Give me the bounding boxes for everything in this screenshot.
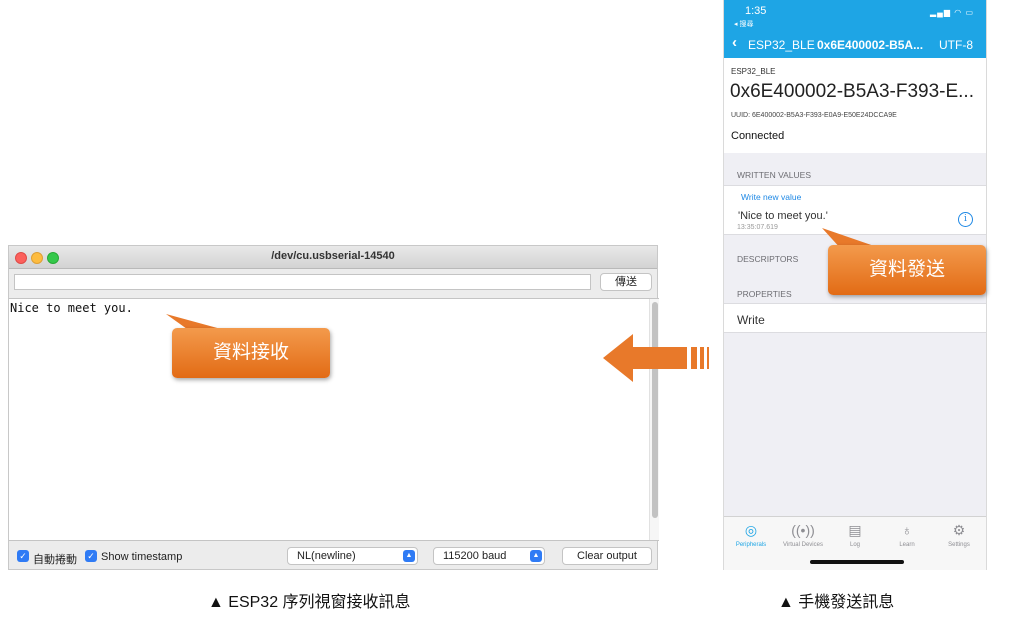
caption-right: ▲ 手機發送訊息 <box>778 594 895 611</box>
tab-peripherals[interactable]: ◎ Peripherals <box>726 521 776 548</box>
nav-title: 0x6E400002-B5A... <box>817 38 924 52</box>
status-time: 1:35 <box>745 5 767 17</box>
timestamp-label: Show timestamp <box>101 551 183 563</box>
window-titlebar[interactable]: /dev/cu.usbserial-14540 <box>9 246 657 269</box>
written-value-time: 13:35:07.619 <box>737 224 778 231</box>
line-ending-select[interactable]: NL(newline) ▲ <box>287 547 418 565</box>
tab-virtual-devices[interactable]: ((•)) Virtual Devices <box>778 521 828 548</box>
written-value: 'Nice to meet you.' <box>738 210 828 222</box>
tab-label: Peripherals <box>735 542 767 548</box>
connection-status: Connected <box>731 130 785 142</box>
send-row: 傳送 <box>9 268 657 298</box>
autoscroll-checkbox[interactable]: ✓ <box>17 550 29 562</box>
property-write: Write <box>737 313 765 327</box>
info-icon[interactable]: i <box>958 212 973 227</box>
nav-bar: ‹ ESP32_BLE 0x6E400002-B5A... UTF-8 <box>724 28 986 58</box>
battery-icon: ▭ <box>965 8 974 17</box>
home-indicator[interactable] <box>810 560 904 564</box>
log-icon: ▤ <box>848 522 862 538</box>
window-title: /dev/cu.usbserial-14540 <box>271 250 395 262</box>
callout-receive: 資料接收 <box>172 328 330 378</box>
clear-output-button[interactable]: Clear output <box>562 547 652 565</box>
property-write-cell: Write <box>724 303 986 333</box>
nav-back-label[interactable]: ESP32_BLE <box>748 38 815 52</box>
write-new-value-link[interactable]: Write new value <box>741 192 801 202</box>
format-button[interactable]: UTF-8 <box>939 38 973 52</box>
broadcast-icon: ((•)) <box>791 522 815 538</box>
select-arrows-icon: ▲ <box>403 550 415 562</box>
send-input[interactable] <box>14 274 591 290</box>
characteristic-uuid: UUID: 6E400002-B5A3-F393-E0A9-E50E24DCCA… <box>731 112 897 119</box>
tab-learn[interactable]: ♁ Learn <box>882 521 932 548</box>
characteristic-name: 0x6E400002-B5A3-F393-E... <box>730 81 974 102</box>
callout-send: 資料發送 <box>828 245 986 295</box>
tab-label: Virtual Devices <box>783 542 823 548</box>
serial-bottom-bar: ✓ 自動捲動 ✓ Show timestamp NL(newline) ▲ 11… <box>9 542 657 571</box>
status-icons: ▂▄▆ ◠ ▭ <box>930 8 974 17</box>
tab-settings[interactable]: ⚙ Settings <box>934 521 984 548</box>
signal-icon: ▂▄▆ <box>930 8 951 17</box>
tab-label: Settings <box>948 542 970 548</box>
serial-output-text: Nice to meet you. <box>10 301 133 315</box>
characteristic-header: ESP32_BLE 0x6E400002-B5A3-F393-E... UUID… <box>724 58 986 153</box>
left-arrow-icon <box>603 334 709 382</box>
baud-rate-select[interactable]: 115200 baud ▲ <box>433 547 545 565</box>
serial-monitor-window: /dev/cu.usbserial-14540 傳送 Nice to meet … <box>8 245 659 571</box>
descriptors-header: DESCRIPTORS <box>737 254 799 264</box>
status-bar: 1:35 ◂ 搜尋 ▂▄▆ ◠ ▭ <box>724 0 986 28</box>
chevron-left-icon[interactable]: ‹ <box>732 34 737 51</box>
service-name: ESP32_BLE <box>731 67 776 76</box>
gear-icon: ⚙ <box>952 522 966 538</box>
written-values-header: WRITTEN VALUES <box>737 170 811 180</box>
serial-output-area[interactable]: Nice to meet you. <box>9 298 659 541</box>
select-arrows-icon: ▲ <box>530 550 542 562</box>
tab-label: Log <box>849 542 860 548</box>
peripherals-icon: ◎ <box>744 522 758 538</box>
caption-left: ▲ ESP32 序列視窗接收訊息 <box>208 594 411 611</box>
tab-label: Learn <box>899 542 915 548</box>
timestamp-checkbox[interactable]: ✓ <box>85 550 97 562</box>
tab-log[interactable]: ▤ Log <box>830 521 880 548</box>
baud-rate-value: 115200 baud <box>443 550 507 562</box>
autoscroll-label: 自動捲動 <box>33 554 77 566</box>
wifi-icon: ◠ <box>954 8 963 17</box>
send-button[interactable]: 傳送 <box>600 273 652 291</box>
line-ending-value: NL(newline) <box>297 550 356 562</box>
lightbulb-icon: ♁ <box>901 522 913 538</box>
properties-header: PROPERTIES <box>737 289 792 299</box>
